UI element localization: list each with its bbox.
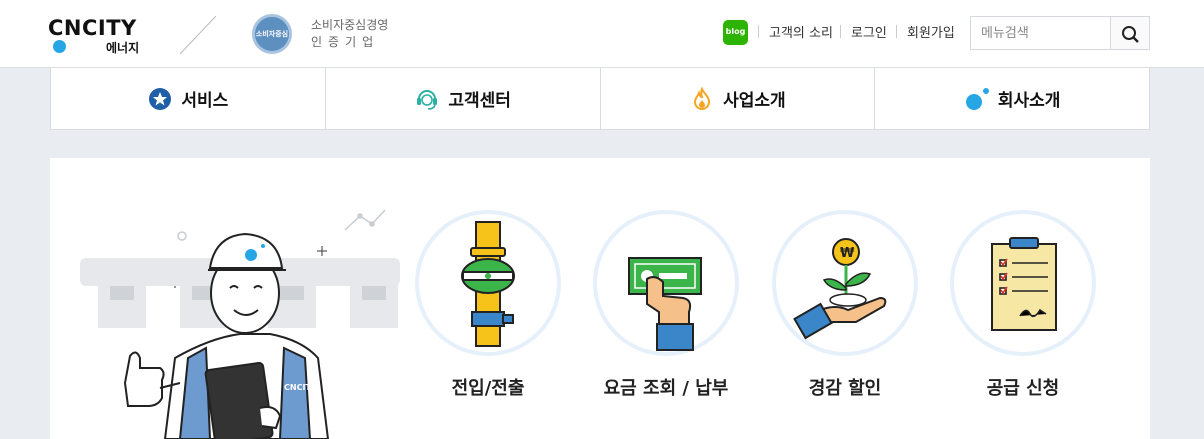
nav-item-service[interactable]: 서비스: [51, 68, 326, 129]
divider: [840, 25, 841, 38]
logo-subtext: 에너지: [106, 41, 140, 55]
clipboard-icon: [991, 237, 1057, 331]
main-nav: 서비스 고객센터 사업소개 회사소개: [50, 68, 1150, 130]
headset-icon: [417, 89, 438, 110]
search-icon: [1122, 26, 1139, 43]
service-circle: ₩: [772, 210, 918, 356]
service-circle: [950, 210, 1096, 356]
orbit-dot-icon: [965, 87, 989, 110]
nav-label-business: 사업소개: [723, 91, 786, 111]
link-signup[interactable]: 회원가입: [907, 22, 955, 41]
service-label: 경감 할인: [808, 378, 882, 399]
service-label: 요금 조회 / 납부: [603, 378, 729, 399]
service-bill-payment[interactable]: 요금 조회 / 납부: [591, 210, 741, 399]
service-circle: [415, 210, 561, 356]
service-discount[interactable]: ₩ 경감 할인: [770, 210, 920, 399]
link-login[interactable]: 로그인: [851, 22, 887, 41]
nav-label-service: 서비스: [181, 91, 229, 111]
site-header: CNCITY 에너지 소비자중심 소비자중심경영 인증기업 blog 고객의 소…: [0, 0, 1204, 68]
cert-text: 소비자중심경영 인증기업: [311, 17, 388, 51]
mascot-illustration: CNCITY: [80, 209, 400, 439]
flame-icon: [694, 86, 711, 110]
service-circle: [593, 210, 739, 356]
search-button[interactable]: [1110, 16, 1150, 50]
cncity-logo[interactable]: CNCITY 에너지: [48, 14, 158, 60]
mascot-badge-text: CNCITY: [284, 383, 317, 392]
service-supply-request[interactable]: 공급 신청: [948, 210, 1098, 399]
nav-label-customer-center: 고객센터: [448, 91, 511, 111]
link-customer-voice[interactable]: 고객의 소리: [769, 22, 833, 41]
nav-label-company: 회사소개: [997, 91, 1061, 111]
divider: [896, 25, 897, 38]
menu-search-input[interactable]: [970, 16, 1111, 50]
hand-money-icon: [628, 257, 702, 351]
quick-service-panel: CNCITY 전입/전출 요금 조회 / 납부 ₩ 경감 할인 공급 신청: [50, 158, 1150, 439]
service-label: 공급 신청: [986, 378, 1060, 399]
logo-dot-icon: [53, 40, 66, 53]
divider-slash-icon: [179, 15, 217, 55]
logo-text: CNCITY: [48, 16, 137, 40]
nav-item-customer-center[interactable]: 고객센터: [326, 68, 601, 129]
cert-badge-icon: 소비자중심: [252, 14, 292, 54]
blog-icon[interactable]: blog: [723, 20, 748, 45]
service-label: 전입/전출: [451, 378, 525, 399]
svg-text:₩: ₩: [840, 246, 855, 261]
star-badge-icon: [149, 87, 172, 110]
cert-line-2: 인증기업: [311, 35, 380, 49]
gas-pipe-icon: [461, 221, 515, 347]
cert-line-1: 소비자중심경영: [311, 18, 389, 32]
nav-item-company[interactable]: 회사소개: [875, 68, 1149, 129]
nav-item-business[interactable]: 사업소개: [601, 68, 876, 129]
service-move-in-out[interactable]: 전입/전출: [413, 210, 563, 399]
divider: [758, 25, 759, 38]
plant-coin-icon: ₩: [793, 238, 887, 340]
